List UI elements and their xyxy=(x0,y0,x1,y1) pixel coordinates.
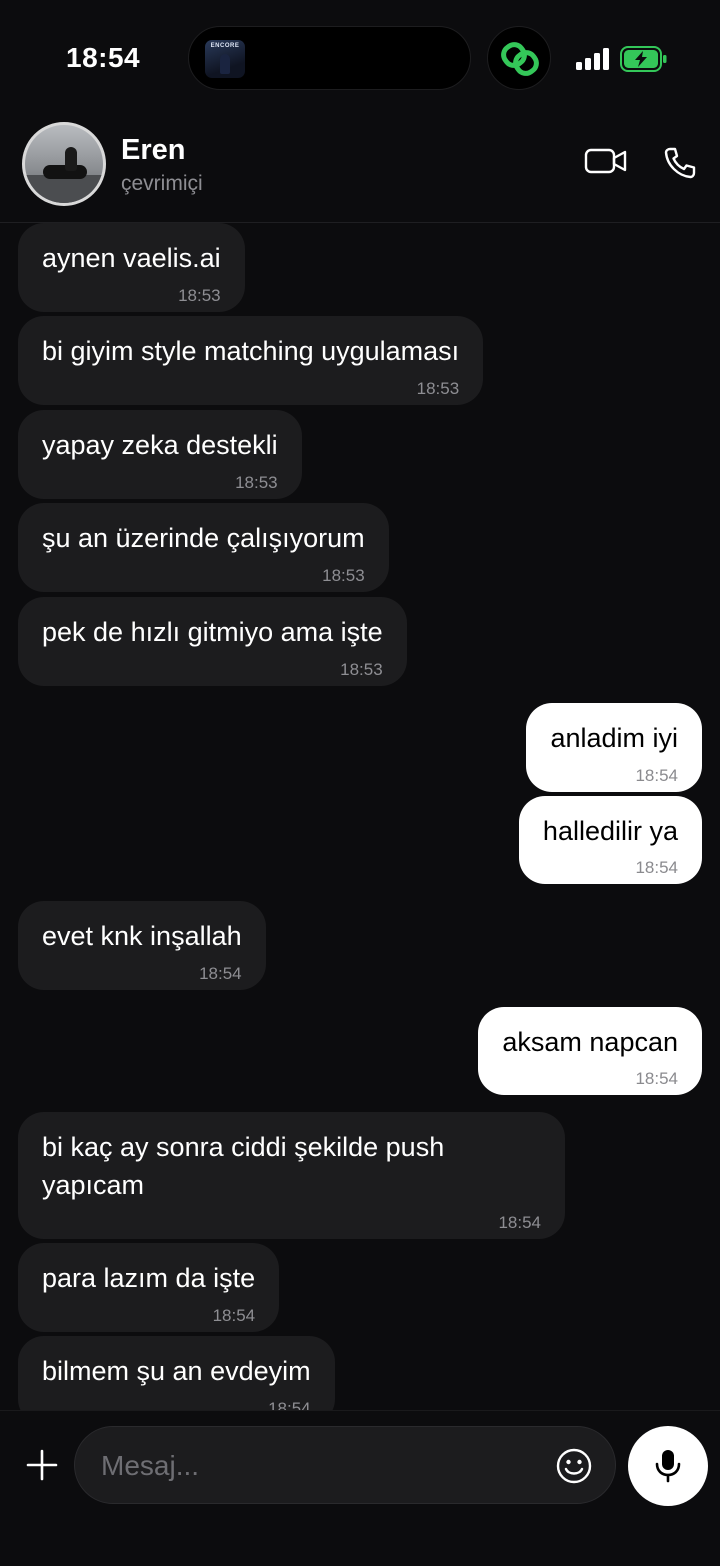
message-list[interactable]: aynen vaelis.ai 18:53 bi giyim style mat… xyxy=(0,223,720,1410)
message-text: bilmem şu an evdeyim xyxy=(42,1356,311,1386)
message-text: yapay zeka destekli xyxy=(42,430,278,460)
message-bubble-incoming[interactable]: bi giyim style matching uygulaması 18:53 xyxy=(18,316,484,405)
message-bubble-incoming[interactable]: yapay zeka destekli 18:53 xyxy=(18,410,302,499)
microphone-icon xyxy=(655,1450,681,1483)
message-bubble-incoming[interactable]: bi kaç ay sonra ciddi şekilde push yapıc… xyxy=(18,1112,565,1239)
link-activity-indicator[interactable] xyxy=(487,26,551,90)
message-text: şu an üzerinde çalışıyorum xyxy=(42,523,365,553)
contact-name[interactable]: Eren xyxy=(121,134,185,167)
dynamic-island[interactable]: ENCORE xyxy=(188,26,471,90)
album-label: ENCORE xyxy=(210,43,240,49)
status-bar: 18:54 ENCORE xyxy=(0,0,720,110)
smiley-icon xyxy=(556,1448,592,1484)
link-icon xyxy=(501,42,539,76)
status-time: 18:54 xyxy=(66,42,141,73)
message-time: 18:54 xyxy=(498,1213,541,1232)
message-time: 18:53 xyxy=(178,286,221,305)
video-camera-icon xyxy=(584,148,627,174)
phone-icon xyxy=(664,147,696,179)
message-text: evet knk inşallah xyxy=(42,921,242,951)
video-call-button[interactable] xyxy=(584,146,628,181)
message-input[interactable] xyxy=(99,1427,543,1505)
message-text: anladim iyi xyxy=(550,723,678,753)
battery-charging-icon xyxy=(620,46,667,72)
message-text: aksam napcan xyxy=(502,1027,678,1057)
message-bubble-incoming[interactable]: para lazım da işte 18:54 xyxy=(18,1243,280,1332)
message-bubble-incoming[interactable]: pek de hızlı gitmiyo ama işte 18:53 xyxy=(18,597,407,686)
contact-status: çevrimiçi xyxy=(121,172,203,195)
emoji-button[interactable] xyxy=(555,1447,593,1490)
message-time: 18:54 xyxy=(635,1069,678,1088)
cellular-signal-icon xyxy=(576,48,609,70)
message-time: 18:53 xyxy=(322,566,365,585)
message-bubble-outgoing[interactable]: anladim iyi 18:54 xyxy=(526,703,702,792)
message-time: 18:54 xyxy=(635,858,678,877)
plus-icon xyxy=(26,1449,58,1481)
message-bubble-incoming[interactable]: şu an üzerinde çalışıyorum 18:53 xyxy=(18,503,389,592)
message-time: 18:53 xyxy=(235,473,278,492)
message-text: bi kaç ay sonra ciddi şekilde push yapıc… xyxy=(42,1132,445,1200)
voice-call-button[interactable] xyxy=(663,146,697,185)
message-time: 18:53 xyxy=(416,379,460,398)
album-art-icon[interactable]: ENCORE xyxy=(205,40,245,78)
message-text: para lazım da işte xyxy=(42,1263,256,1293)
message-time: 18:54 xyxy=(268,1399,311,1410)
message-time: 18:54 xyxy=(212,1306,256,1325)
message-bubble-incoming[interactable]: evet knk inşallah 18:54 xyxy=(18,901,266,990)
message-bubble-incoming[interactable]: aynen vaelis.ai 18:53 xyxy=(18,223,245,312)
message-input-container xyxy=(74,1426,616,1505)
voice-message-button[interactable] xyxy=(628,1426,708,1506)
message-text: halledilir ya xyxy=(542,816,678,846)
message-text: bi giyim style matching uygulaması xyxy=(42,336,460,366)
message-time: 18:54 xyxy=(199,964,242,983)
attach-button[interactable] xyxy=(24,1447,60,1488)
message-text: aynen vaelis.ai xyxy=(42,243,221,273)
message-composer xyxy=(0,1410,720,1566)
message-bubble-incoming[interactable]: bilmem şu an evdeyim 18:54 xyxy=(18,1336,335,1410)
message-time: 18:54 xyxy=(635,766,678,785)
avatar[interactable] xyxy=(22,122,106,206)
message-text: pek de hızlı gitmiyo ama işte xyxy=(42,617,383,647)
message-bubble-outgoing[interactable]: halledilir ya 18:54 xyxy=(518,796,702,884)
message-time: 18:53 xyxy=(340,660,383,679)
message-bubble-outgoing[interactable]: aksam napcan 18:54 xyxy=(478,1007,702,1095)
